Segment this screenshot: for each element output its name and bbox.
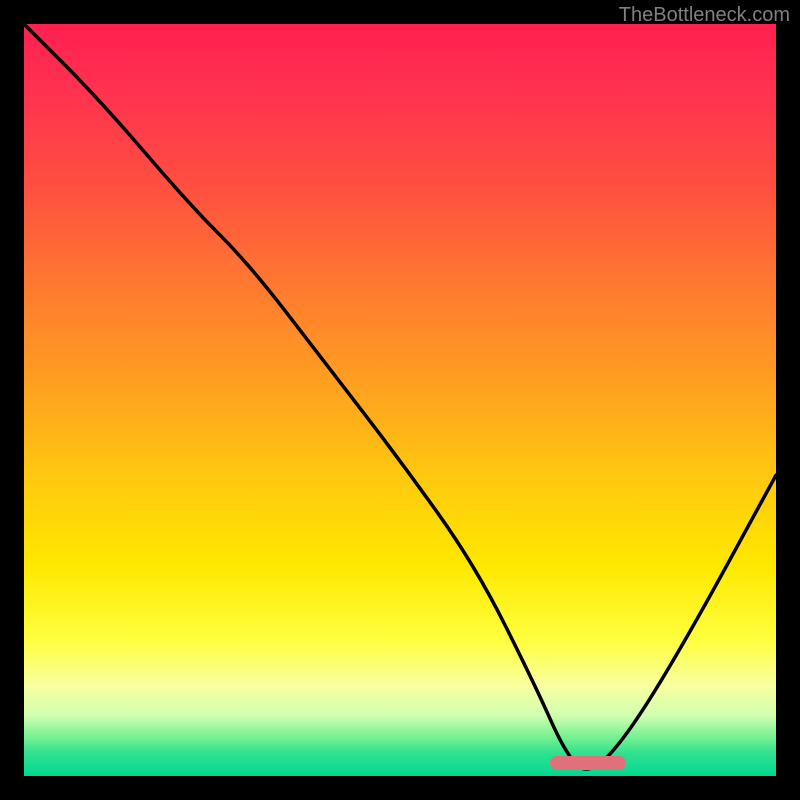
plot-area bbox=[24, 24, 776, 776]
bottleneck-curve bbox=[24, 24, 776, 776]
optimal-range-marker bbox=[550, 756, 625, 770]
chart-container: TheBottleneck.com bbox=[0, 0, 800, 800]
watermark-text: TheBottleneck.com bbox=[619, 4, 790, 27]
